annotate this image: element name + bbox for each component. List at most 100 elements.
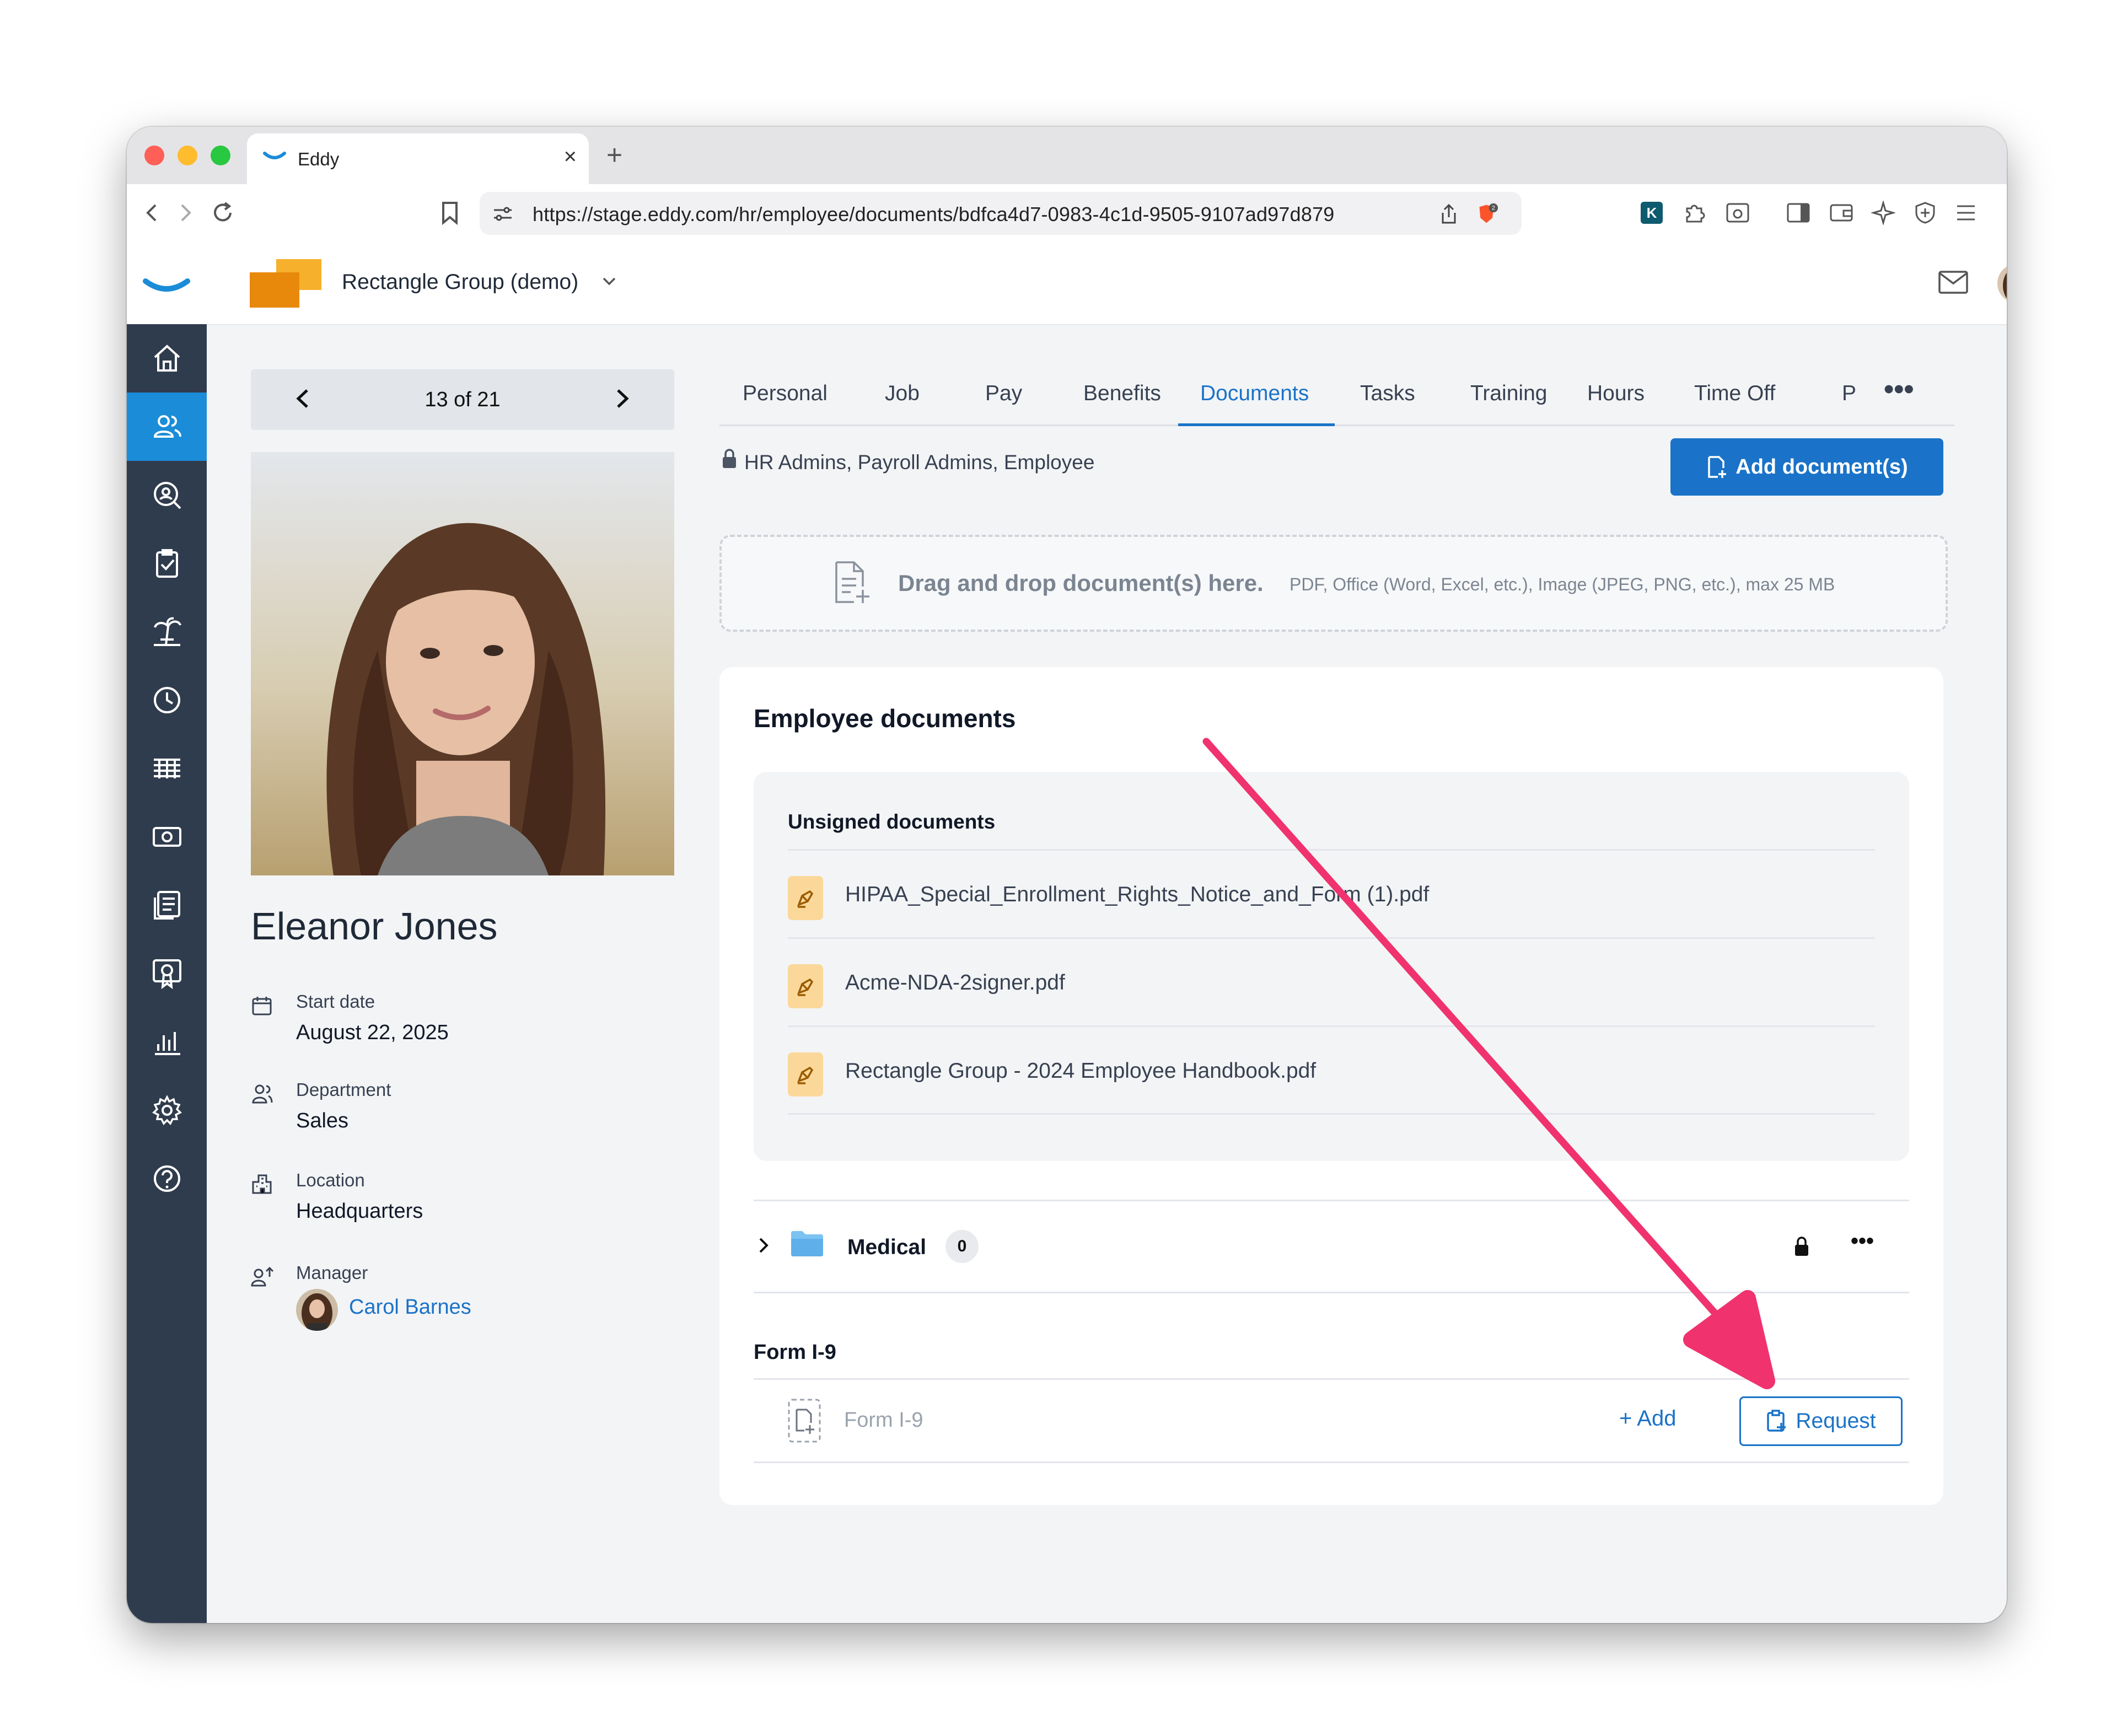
calendar-icon [252,997,272,1015]
company-switcher[interactable]: Rectangle Group (demo) [342,270,578,294]
location-value: Headquarters [296,1200,423,1223]
plus-icon: + [1619,1406,1637,1431]
document-name[interactable]: Rectangle Group - 2024 Employee Handbook… [845,1059,1316,1083]
employee-tabs: Personal Job Pay Benefits Documents Task… [719,364,1954,426]
mail-icon[interactable] [1938,270,1969,294]
list-item[interactable]: Rectangle Group - 2024 Employee Handbook… [788,1025,1875,1115]
signature-pen-icon [788,1052,823,1097]
browser-window: Eddy × + https://stage.eddy.com/hr/emplo… [127,127,2007,1623]
people-icon[interactable] [127,393,207,461]
settings-gear-icon[interactable] [127,1076,207,1144]
tab-job[interactable]: Job [885,381,920,406]
training-certificate-icon[interactable] [127,939,207,1008]
request-i9-button[interactable]: Request [1739,1396,1903,1446]
eddy-logo-icon[interactable] [127,243,207,324]
add-i9-label: Add [1637,1406,1677,1431]
folder-icon [791,1231,823,1256]
more-options-icon[interactable]: ••• [1851,1229,1874,1254]
document-name[interactable]: Acme-NDA-2signer.pdf [845,971,1065,995]
extension-k-icon[interactable]: K [1637,198,1666,227]
manager-link[interactable]: Carol Barnes [349,1296,471,1319]
reload-icon[interactable] [208,198,237,227]
form-i9-label: Form I-9 [844,1409,923,1432]
tab-documents[interactable]: Documents [1200,381,1309,406]
document-permissions: HR Admins, Payroll Admins, Employee [744,451,1095,474]
url-text: https://stage.eddy.com/hr/employee/docum… [533,203,1335,225]
hiring-search-icon[interactable] [127,461,207,529]
more-tabs-icon[interactable]: ••• [1884,373,1914,406]
app-header: Rectangle Group (demo) [207,243,2007,325]
extensions-puzzle-icon[interactable] [1680,198,1709,227]
new-tab-icon[interactable]: + [606,139,622,171]
table-icon[interactable] [127,734,207,803]
building-icon [252,1174,272,1194]
lock-icon [723,449,736,468]
tab-pay[interactable]: Pay [985,381,1022,406]
app-sidebar [127,243,207,1623]
user-avatar[interactable] [1997,264,2007,303]
chevron-down-icon[interactable] [599,271,619,291]
documents-icon[interactable] [127,871,207,939]
company-logo-icon[interactable] [250,259,321,308]
folder-name[interactable]: Medical [847,1235,926,1260]
share-icon[interactable] [1438,203,1460,225]
start-date-value: August 22, 2025 [296,1021,449,1044]
lock-icon[interactable] [1793,1235,1810,1257]
reports-chart-icon[interactable] [127,1008,207,1076]
list-item[interactable]: HIPAA_Special_Enrollment_Rights_Notice_a… [788,849,1875,939]
chevron-right-icon[interactable] [754,1235,773,1255]
close-tab-icon[interactable]: × [564,144,577,169]
address-bar[interactable]: https://stage.eddy.com/hr/employee/docum… [480,192,1522,235]
signature-pen-icon [788,876,823,920]
tab-hours[interactable]: Hours [1587,381,1645,406]
active-tab-underline [1178,423,1335,426]
manager-avatar[interactable] [296,1289,338,1331]
clock-icon[interactable] [127,666,207,734]
form-i9-row: Form I-9 + Add Request [754,1378,1909,1463]
tab-training[interactable]: Training [1470,381,1547,406]
brave-shield-icon[interactable]: 2 [1476,203,1498,225]
unsigned-documents-panel: Unsigned documents HIPAA_Special_Enrollm… [754,772,1909,1161]
reader-mode-icon[interactable] [1723,198,1752,227]
menu-icon[interactable] [1952,198,1980,227]
signature-pen-icon [788,964,823,1008]
site-settings-icon[interactable] [492,203,514,225]
start-date-label: Start date [296,991,375,1012]
bookmark-icon[interactable] [436,198,464,227]
close-window-button[interactable] [144,146,164,165]
home-icon[interactable] [127,324,207,393]
tab-tasks[interactable]: Tasks [1360,381,1415,406]
sidebar-toggle-icon[interactable] [1784,198,1813,227]
employee-name: Eleanor Jones [251,905,498,948]
forward-icon[interactable] [171,198,200,227]
tab-benefits[interactable]: Benefits [1083,381,1161,406]
employee-documents-card: Employee documents Unsigned documents HI… [719,667,1943,1505]
minimize-window-button[interactable] [178,146,197,165]
tab-time-off[interactable]: Time Off [1694,381,1775,406]
add-documents-button[interactable]: Add document(s) [1670,438,1943,496]
add-i9-button[interactable]: + Add [1619,1406,1676,1431]
list-item[interactable]: Acme-NDA-2signer.pdf [788,937,1875,1027]
time-off-palm-icon[interactable] [127,598,207,666]
help-question-icon[interactable] [127,1144,207,1213]
folder-row-medical[interactable]: Medical 0 ••• [754,1200,1909,1293]
tasks-clipboard-icon[interactable] [127,529,207,598]
dropzone-subtitle: PDF, Office (Word, Excel, etc.), Image (… [1289,574,1835,594]
manager-icon [251,1266,274,1287]
document-dropzone[interactable]: Drag and drop document(s) here. PDF, Off… [719,535,1948,632]
browser-tab[interactable]: Eddy × [247,133,589,184]
document-name[interactable]: HIPAA_Special_Enrollment_Rights_Notice_a… [845,883,1429,907]
tab-personal[interactable]: Personal [743,381,828,406]
leo-ai-icon[interactable] [1869,198,1898,227]
next-employee-icon[interactable] [608,385,636,412]
department-label: Department [296,1079,391,1100]
document-upload-icon [835,561,869,603]
tab-truncated[interactable]: P [1842,381,1856,406]
vpn-shield-icon[interactable] [1911,198,1939,227]
form-i9-section-title: Form I-9 [754,1341,836,1364]
back-icon[interactable] [138,198,166,227]
zoom-window-button[interactable] [211,146,230,165]
wallet-icon[interactable] [1827,198,1856,227]
eddy-favicon-icon [263,152,286,159]
payroll-money-icon[interactable] [127,803,207,871]
